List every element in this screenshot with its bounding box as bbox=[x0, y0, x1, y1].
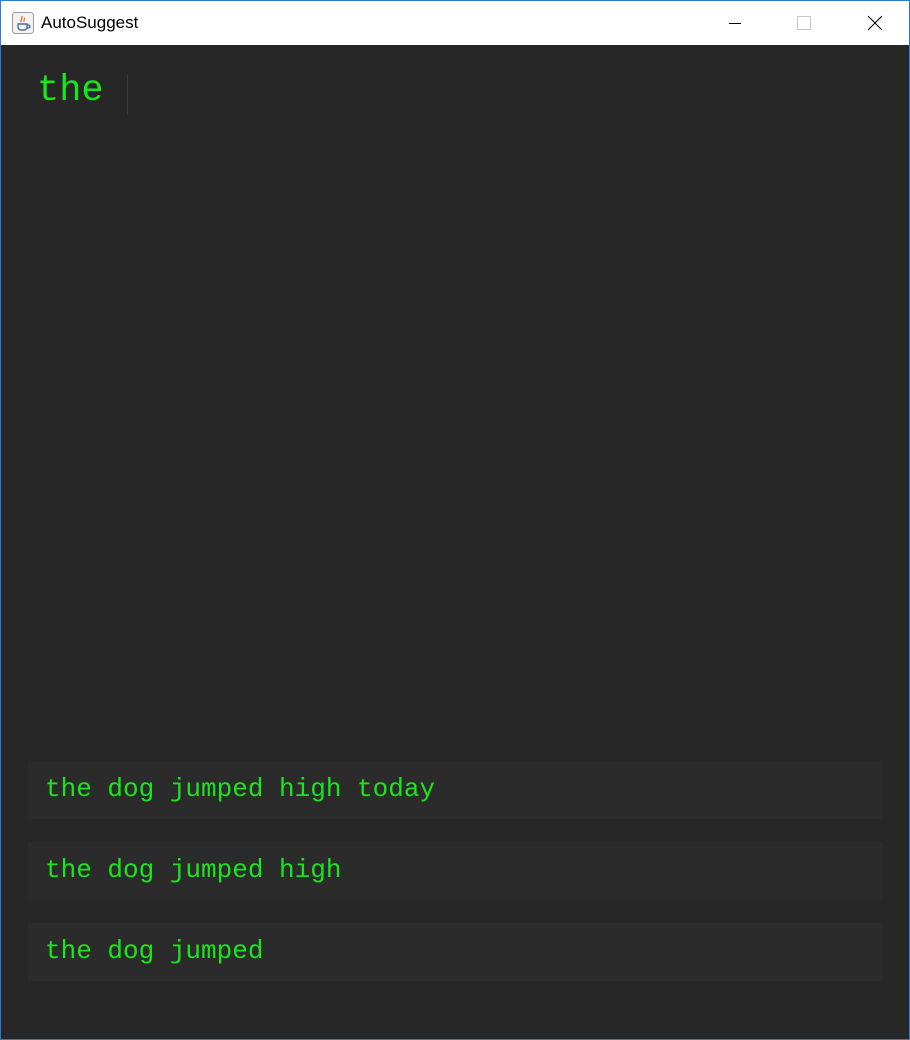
minimize-button[interactable] bbox=[701, 1, 769, 45]
suggestion-item[interactable]: the dog jumped bbox=[28, 923, 883, 981]
suggestion-text: the dog jumped high bbox=[45, 855, 342, 885]
maximize-button[interactable] bbox=[769, 1, 837, 45]
close-button[interactable] bbox=[841, 1, 909, 45]
suggestion-text: the dog jumped bbox=[45, 936, 264, 966]
title-bar[interactable]: AutoSuggest bbox=[1, 1, 909, 45]
text-caret bbox=[127, 75, 128, 115]
input-text[interactable]: the bbox=[37, 69, 104, 113]
java-cup-icon bbox=[12, 12, 34, 34]
window-title: AutoSuggest bbox=[41, 13, 139, 32]
suggestion-item[interactable]: the dog jumped high today bbox=[28, 761, 883, 819]
suggestion-item[interactable]: the dog jumped high bbox=[28, 842, 883, 900]
editor-area[interactable]: the the dog jumped high today the dog ju… bbox=[1, 45, 909, 1039]
app-window: AutoSuggest the the dog jumped high toda… bbox=[0, 0, 910, 1040]
suggestion-text: the dog jumped high today bbox=[45, 774, 436, 804]
